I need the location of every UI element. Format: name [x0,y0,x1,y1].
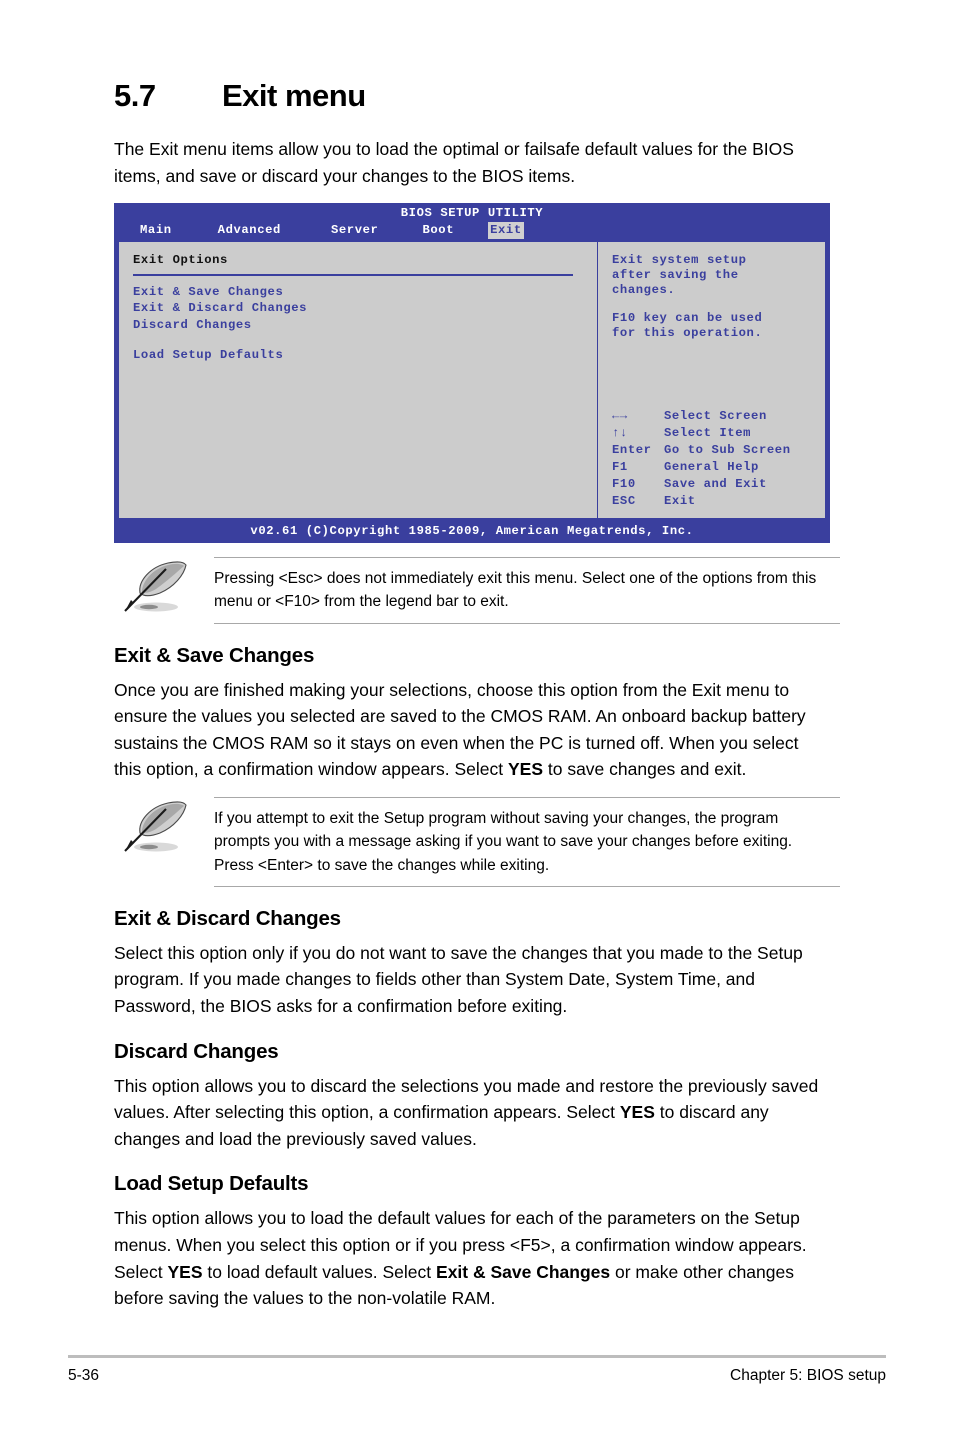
legend-desc-select-screen: Select Screen [664,409,767,424]
help-text-line-3: changes. [612,282,676,297]
bios-tab-main[interactable]: Main [138,222,174,239]
bios-help-panel: Exit system setup after saving the chang… [597,241,826,520]
bold-yes-2: YES [619,1102,655,1123]
bios-tab-bar: Main Advanced Server Boot Exit [128,222,524,240]
heading-load-setup-defaults: Load Setup Defaults [114,1172,309,1196]
legend-desc-enter: Go to Sub Screen [664,442,791,457]
note-body-esc: Pressing <Esc> does not immediately exit… [214,557,840,624]
para-load-b: to load default values. Select [202,1261,437,1282]
bold-exit-save-changes: Exit & Save Changes [436,1261,611,1282]
quill-pen-icon [122,799,198,855]
bios-utility-title: BIOS SETUP UTILITY [400,206,544,221]
para-exit-save-b: to save changes and exit. [543,759,747,780]
legend-desc-f1: General Help [664,459,759,474]
legend-key-f1: F1 [612,459,628,474]
heading-exit-discard-changes: Exit & Discard Changes [114,906,341,930]
page-footer: 5-36 Chapter 5: BIOS setup [68,1367,886,1385]
legend-key-esc: ESC [612,493,636,508]
legend-row-f10: F10 Save and Exit [612,477,791,492]
bold-yes-3: YES [167,1261,203,1282]
legend-row-f1: F1 General Help [612,460,791,475]
quill-pen-icon [122,559,198,615]
legend-row-esc: ESC Exit [612,494,791,509]
section-title: Exit menu [222,78,366,113]
arrow-up-down-icon: ↑↓ [612,426,628,441]
note-box-esc: Pressing <Esc> does not immediately exit… [114,557,840,624]
option-spacer [133,335,597,348]
section-intro: The Exit menu items allow you to load th… [114,139,794,186]
legend-desc-select-item: Select Item [664,426,752,441]
para-load-setup-defaults: This option allows you to load the defau… [114,1205,830,1311]
heading-discard-changes: Discard Changes [114,1039,279,1063]
bold-yes-1: YES [507,759,543,780]
bios-tab-exit[interactable]: Exit [488,222,524,240]
panel-divider [133,274,573,276]
footer-divider [68,1355,886,1358]
legend-row-enter: Enter Go to Sub Screen [612,443,791,458]
bios-tab-boot[interactable]: Boot [420,222,456,239]
page-number: 5-36 [68,1367,100,1384]
heading-exit-save-changes: Exit & Save Changes [114,643,315,667]
para-exit-save-changes: Once you are finished making your select… [114,677,830,783]
bios-option-discard-changes[interactable]: Discard Changes [133,318,597,333]
bios-option-load-setup-defaults[interactable]: Load Setup Defaults [133,348,597,363]
bios-body: Exit Options Exit & Save Changes Exit & … [118,241,826,520]
para-discard-changes: This option allows you to discard the se… [114,1073,830,1153]
legend-row-select-screen: ←→ Select Screen [612,409,791,424]
help-text-line-4: F10 key can be used [612,310,763,325]
chapter-label: Chapter 5: BIOS setup [730,1367,886,1384]
note-body-save-prompt: If you attempt to exit the Setup program… [214,797,840,887]
bios-setup-screen: BIOS SETUP UTILITY Main Advanced Server … [114,203,830,544]
note-text-esc: Pressing <Esc> does not immediately exit… [214,570,817,611]
help-spacer [612,298,825,311]
note-text-save-prompt: If you attempt to exit the Setup program… [214,810,793,874]
para-exit-discard-changes: Select this option only if you do not wa… [114,942,803,1016]
page-content: 5.7 Exit menu The Exit menu items allow … [114,78,840,1316]
help-text-line-5: for this operation. [612,325,763,340]
arrow-left-right-icon: ←→ [612,409,628,424]
note-box-save-prompt: If you attempt to exit the Setup program… [114,797,840,887]
page-title: 5.7 Exit menu [114,78,840,114]
bios-titlebar: BIOS SETUP UTILITY Main Advanced Server … [114,203,830,241]
legend-row-select-item: ↑↓ Select Item [612,426,791,441]
bios-option-exit-save-changes[interactable]: Exit & Save Changes [133,285,597,300]
legend-key-enter: Enter [612,442,652,457]
manual-page: 5.7 Exit menu The Exit menu items allow … [0,0,954,1438]
legend-desc-f10: Save and Exit [664,476,767,491]
bios-tab-advanced[interactable]: Advanced [216,222,283,239]
legend-desc-esc: Exit [664,493,696,508]
help-text-line-2: after saving the [612,268,739,283]
bios-left-panel: Exit Options Exit & Save Changes Exit & … [118,241,597,520]
bios-option-exit-discard-changes[interactable]: Exit & Discard Changes [133,301,597,316]
legend-key-f10: F10 [612,476,636,491]
bios-tab-server[interactable]: Server [329,222,380,239]
section-number: 5.7 [114,78,156,113]
help-text-line-1: Exit system setup [612,253,747,268]
bios-copyright-bar: v02.61 (C)Copyright 1985-2009, American … [250,524,694,539]
bios-legend-bar: ←→ Select Screen ↑↓ Select Item Enter Go… [612,409,791,510]
exit-options-title: Exit Options [133,253,228,268]
